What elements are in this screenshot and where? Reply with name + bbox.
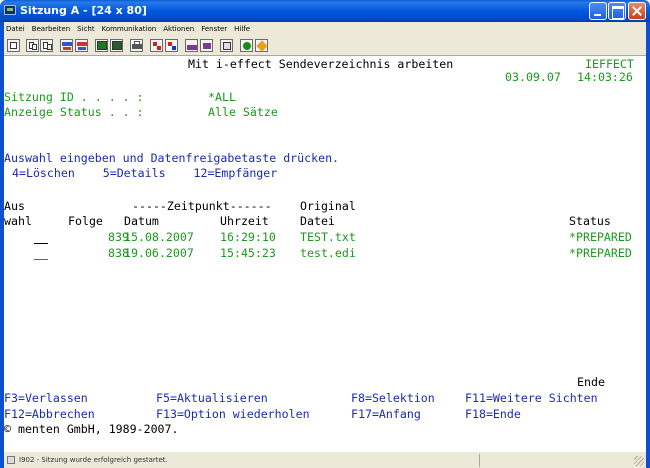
display-status-label: Anzeige Status . . :: [4, 105, 144, 119]
copy-icon[interactable]: [7, 39, 20, 52]
f8-selection-key[interactable]: F8=Selektion: [351, 392, 435, 405]
col-header-wahl: wahl: [4, 214, 32, 228]
row-2-uhrzeit: 15:45:23: [220, 246, 276, 260]
toolbar: [4, 36, 646, 56]
receive-icon[interactable]: [75, 39, 88, 52]
menu-sicht[interactable]: Sicht: [77, 25, 94, 33]
menu-bearbeiten[interactable]: Bearbeiten: [32, 25, 70, 33]
window-title: Sitzung A - [24 x 80]: [20, 4, 147, 17]
minimize-button[interactable]: [589, 2, 607, 20]
col-header-aus: Aus: [4, 199, 25, 213]
session-id-value: *ALL: [208, 90, 236, 104]
row-2-datum: 19.06.2007: [124, 246, 194, 260]
f3-exit-key[interactable]: F3=Verlassen: [4, 392, 88, 405]
record-icon[interactable]: [150, 39, 163, 52]
row-1-uhrzeit: 16:29:10: [220, 230, 276, 244]
list-end-marker: Ende: [577, 375, 605, 389]
row-2-datei: test.edi: [300, 246, 356, 260]
title-bar[interactable]: Sitzung A - [24 x 80]: [0, 0, 650, 22]
print-icon[interactable]: [130, 39, 143, 52]
screen-icon[interactable]: [95, 39, 108, 52]
help-icon[interactable]: [200, 39, 213, 52]
session-id-label: Sitzung ID . . . . :: [4, 90, 144, 104]
screen-time: 14:03:26: [577, 70, 633, 84]
f13-repeat-option-key[interactable]: F13=Option wiederholen: [156, 408, 310, 421]
option-list: 4=Löschen 5=Details 12=Empfänger: [12, 166, 278, 180]
menu-hilfe[interactable]: Hilfe: [234, 25, 250, 33]
menu-bar: Datei Bearbeiten Sicht Kommunikation Akt…: [4, 22, 646, 36]
row-1-status: *PREPARED: [569, 230, 632, 244]
connection-status-icon: [7, 456, 15, 464]
screen-title: Mit i-effect Sendeverzeichnis arbeiten: [188, 57, 454, 71]
settings-icon[interactable]: [240, 39, 253, 52]
col-header-datei: Datei: [300, 214, 335, 228]
col-header-status: Status: [569, 214, 611, 228]
screen-date: 03.09.07: [505, 70, 561, 84]
f12-cancel-key[interactable]: F12=Abbrechen: [4, 408, 95, 421]
f11-more-views-key[interactable]: F11=Weitere Sichten: [465, 392, 598, 405]
row-2-status: *PREPARED: [569, 246, 632, 260]
f18-bottom-key[interactable]: F18=Ende: [465, 408, 521, 421]
close-button[interactable]: [628, 2, 646, 20]
row-2-option-input[interactable]: [34, 259, 48, 260]
f5-refresh-key[interactable]: F5=Aktualisieren: [156, 392, 268, 405]
status-message: I902 - Sitzung wurde erfolgreich gestart…: [19, 456, 168, 464]
status-bar: I902 - Sitzung wurde erfolgreich gestart…: [4, 451, 646, 468]
color-icon[interactable]: [220, 39, 233, 52]
window-frame-right: [646, 22, 650, 468]
col-header-original: Original: [300, 199, 356, 213]
menu-datei[interactable]: Datei: [6, 25, 25, 33]
maximize-button[interactable]: [608, 2, 626, 20]
cut-icon[interactable]: [40, 39, 53, 52]
menu-fenster[interactable]: Fenster: [201, 25, 227, 33]
status-divider: [479, 454, 480, 467]
macro-icon[interactable]: [110, 39, 123, 52]
col-header-uhrzeit: Uhrzeit: [220, 214, 269, 228]
f17-top-key[interactable]: F17=Anfang: [351, 408, 421, 421]
terminal-screen[interactable]: Mit i-effect Sendeverzeichnis arbeiten I…: [4, 56, 646, 451]
paste-icon[interactable]: [26, 39, 39, 52]
menu-aktionen[interactable]: Aktionen: [163, 25, 194, 33]
col-header-folge: Folge: [68, 214, 103, 228]
instruction-text: Auswahl eingeben und Datenfreigabetaste …: [4, 151, 340, 165]
keyboard-icon[interactable]: [185, 39, 198, 52]
copyright-notice: © menten GmbH, 1989-2007.: [4, 422, 179, 436]
session-app-icon[interactable]: [4, 5, 16, 15]
row-1-datei: TEST.txt: [300, 230, 356, 244]
edit-icon[interactable]: [255, 39, 268, 52]
col-header-zeitpunkt: -----Zeitpunkt------: [132, 199, 272, 213]
resize-grip-icon[interactable]: [634, 456, 644, 466]
play-icon[interactable]: [165, 39, 178, 52]
row-1-datum: 15.08.2007: [124, 230, 194, 244]
menu-kommunikation[interactable]: Kommunikation: [102, 25, 157, 33]
display-status-value: Alle Sätze: [208, 105, 278, 119]
send-icon[interactable]: [60, 39, 73, 52]
col-header-datum: Datum: [124, 214, 159, 228]
row-1-option-input[interactable]: [34, 243, 48, 244]
